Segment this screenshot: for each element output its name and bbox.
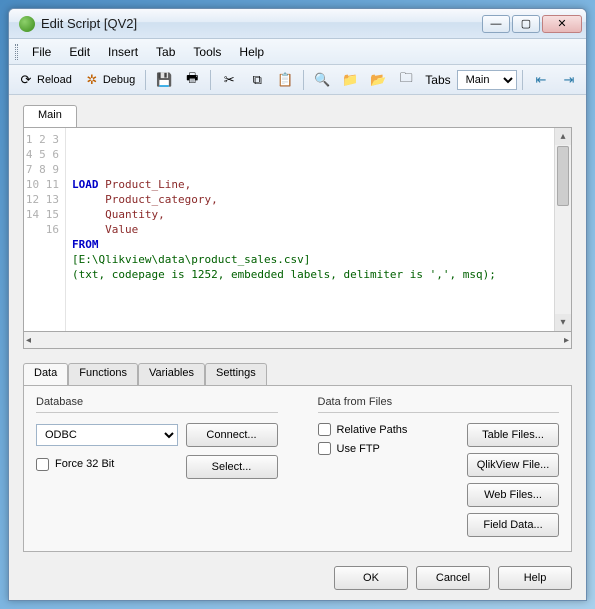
use-ftp-label: Use FTP	[337, 443, 380, 455]
tabs-dropdown[interactable]: Main	[457, 70, 517, 90]
menu-tools[interactable]: Tools	[185, 42, 229, 62]
close-button[interactable]: ✕	[542, 15, 582, 33]
tab-functions[interactable]: Functions	[68, 363, 138, 385]
force32-checkbox[interactable]	[36, 458, 49, 471]
select-button[interactable]: Select...	[186, 455, 278, 479]
debug-icon: ✲	[84, 72, 100, 88]
cancel-button[interactable]: Cancel	[416, 566, 490, 590]
ok-button[interactable]: OK	[334, 566, 408, 590]
table-files-button[interactable]: Table Files...	[467, 423, 559, 447]
menu-help[interactable]: Help	[231, 42, 272, 62]
menu-edit[interactable]: Edit	[61, 42, 98, 62]
tab-next-icon: ⇥	[561, 72, 577, 88]
scroll-right-icon[interactable]: ▸	[564, 335, 569, 346]
database-driver-select[interactable]: ODBC	[36, 424, 178, 446]
menubar-grip	[15, 44, 18, 60]
scroll-left-icon[interactable]: ◂	[26, 335, 31, 346]
tab-data[interactable]: Data	[23, 363, 68, 385]
reload-icon: ⟳	[18, 72, 34, 88]
print-button[interactable]: 🖶	[179, 69, 205, 91]
menubar: File Edit Insert Tab Tools Help	[9, 39, 586, 65]
folder-open-icon: 📂	[370, 72, 386, 88]
divider	[36, 412, 278, 413]
toolbar: ⟳ Reload ✲ Debug 💾 🖶 ✂ ⧉ 📋 🔍 📁 📂 🗀 Tabs …	[9, 65, 586, 95]
reload-label: Reload	[37, 74, 72, 86]
relative-paths-label: Relative Paths	[337, 424, 408, 436]
toolbar-sep4	[522, 70, 523, 90]
save-icon: 💾	[156, 72, 172, 88]
editor-tab-main[interactable]: Main	[23, 105, 77, 127]
tab-prev-icon: ⇤	[533, 72, 549, 88]
editor-tabs: Main	[23, 105, 572, 127]
files-group: Data from Files Relative Paths Use FTP	[318, 396, 560, 537]
force32-label: Force 32 Bit	[55, 458, 114, 470]
tab-next-button[interactable]: ⇥	[556, 69, 582, 91]
database-group-label: Database	[36, 396, 278, 408]
app-icon	[19, 16, 35, 32]
line-gutter: 1 2 3 4 5 6 7 8 9 10 11 12 13 14 15 16	[24, 128, 66, 331]
database-group: Database ODBC Connect... Force 32 Bit Se…	[36, 396, 278, 537]
debug-button[interactable]: ✲ Debug	[79, 69, 140, 91]
connect-button[interactable]: Connect...	[186, 423, 278, 447]
scroll-down-icon[interactable]: ▾	[555, 314, 571, 331]
divider2	[318, 412, 560, 413]
tab-settings[interactable]: Settings	[205, 363, 267, 385]
cut-icon: ✂	[221, 72, 237, 88]
folder2-button[interactable]: 📂	[365, 69, 391, 91]
folder-icon: 📁	[342, 72, 358, 88]
toolbar-sep	[145, 70, 146, 90]
help-button[interactable]: Help	[498, 566, 572, 590]
maximize-button[interactable]: ▢	[512, 15, 540, 33]
web-files-button[interactable]: Web Files...	[467, 483, 559, 507]
search-icon: 🔍	[314, 72, 330, 88]
use-ftp-checkbox[interactable]	[318, 442, 331, 455]
scroll-thumb[interactable]	[557, 146, 569, 206]
save-button[interactable]: 💾	[151, 69, 177, 91]
field-data-button[interactable]: Field Data...	[467, 513, 559, 537]
toolbar-sep3	[303, 70, 304, 90]
tabs-label: Tabs	[425, 73, 450, 87]
cut-button[interactable]: ✂	[216, 69, 242, 91]
titlebar[interactable]: Edit Script [QV2] — ▢ ✕	[9, 9, 586, 39]
reload-button[interactable]: ⟳ Reload	[13, 69, 77, 91]
content-area: Main 1 2 3 4 5 6 7 8 9 10 11 12 13 14 15…	[9, 95, 586, 558]
scroll-up-icon[interactable]: ▴	[555, 128, 571, 145]
folder-alt-icon: 🗀	[398, 72, 414, 88]
copy-icon: ⧉	[249, 72, 265, 88]
toolbar-sep2	[210, 70, 211, 90]
dialog-footer: OK Cancel Help	[9, 558, 586, 600]
relative-paths-row[interactable]: Relative Paths	[318, 423, 456, 436]
copy-button[interactable]: ⧉	[244, 69, 270, 91]
force32-row[interactable]: Force 32 Bit	[36, 458, 178, 471]
lower-tabs: Data Functions Variables Settings	[23, 363, 572, 385]
folder3-button[interactable]: 🗀	[393, 69, 419, 91]
vertical-scrollbar[interactable]: ▴ ▾	[554, 128, 571, 331]
data-panel: Database ODBC Connect... Force 32 Bit Se…	[23, 385, 572, 552]
menu-tab[interactable]: Tab	[148, 42, 183, 62]
menu-file[interactable]: File	[24, 42, 59, 62]
search-button[interactable]: 🔍	[309, 69, 335, 91]
relative-paths-checkbox[interactable]	[318, 423, 331, 436]
code-area[interactable]: LOAD Product_Line, Product_category, Qua…	[66, 128, 554, 331]
print-icon: 🖶	[184, 72, 200, 88]
menu-insert[interactable]: Insert	[100, 42, 146, 62]
code-editor[interactable]: 1 2 3 4 5 6 7 8 9 10 11 12 13 14 15 16 L…	[23, 127, 572, 332]
folder1-button[interactable]: 📁	[337, 69, 363, 91]
debug-label: Debug	[103, 74, 135, 86]
horizontal-scrollbar[interactable]: ◂ ▸	[23, 332, 572, 349]
tab-variables[interactable]: Variables	[138, 363, 205, 385]
tab-prev-button[interactable]: ⇤	[528, 69, 554, 91]
files-group-label: Data from Files	[318, 396, 560, 408]
use-ftp-row[interactable]: Use FTP	[318, 442, 456, 455]
paste-icon: 📋	[277, 72, 293, 88]
edit-script-window: Edit Script [QV2] — ▢ ✕ File Edit Insert…	[8, 8, 587, 601]
window-title: Edit Script [QV2]	[41, 16, 482, 31]
paste-button[interactable]: 📋	[272, 69, 298, 91]
minimize-button[interactable]: —	[482, 15, 510, 33]
qlikview-file-button[interactable]: QlikView File...	[467, 453, 559, 477]
